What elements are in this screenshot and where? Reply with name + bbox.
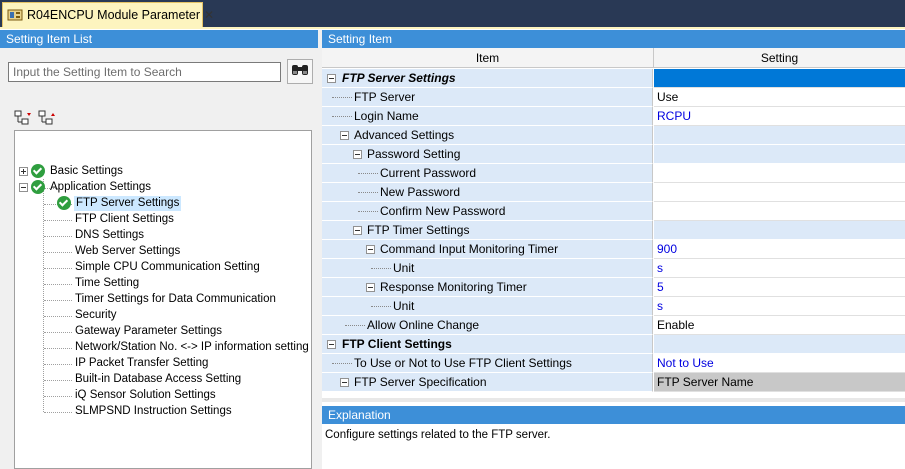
tree-item-iq-sensor-solution[interactable]: iQ Sensor Solution Settings [73, 387, 218, 403]
grid-row-password-setting[interactable]: Password Setting [322, 145, 905, 164]
grid-row-new-password[interactable]: New Password [322, 183, 905, 202]
setting-cell[interactable] [654, 126, 905, 145]
setting-cell[interactable] [654, 183, 905, 202]
tree-item-network-station-ip-information[interactable]: Network/Station No. <-> IP information s… [73, 339, 311, 355]
tree-item-built-in-database-access[interactable]: Built-in Database Access Setting [73, 371, 243, 387]
tree-item-time-setting[interactable]: Time Setting [73, 275, 141, 291]
check-icon [57, 196, 71, 210]
collapse-icon[interactable] [366, 245, 375, 254]
grid-row-confirm-new-password[interactable]: Confirm New Password [322, 202, 905, 221]
tree-item-application-settings[interactable]: Application Settings [19, 179, 153, 195]
tree-item-ip-packet-transfer[interactable]: IP Packet Transfer Setting [73, 355, 210, 371]
document-tab-strip: R04ENCPU Module Parameter ✕ [0, 0, 905, 27]
grid-row-ftp-timer-settings[interactable]: FTP Timer Settings [322, 221, 905, 240]
explanation-panel: Explanation Configure settings related t… [322, 406, 905, 469]
collapse-icon[interactable] [340, 131, 349, 140]
module-parameter-icon [7, 7, 23, 23]
collapse-icon[interactable] [353, 226, 362, 235]
grid-row-command-input-monitoring-timer[interactable]: Command Input Monitoring Timer 900 [322, 240, 905, 259]
collapse-all-icon[interactable] [38, 110, 56, 126]
setting-cell[interactable]: 900 [654, 240, 905, 259]
binoculars-icon [291, 63, 309, 80]
tree-item-slmpsnd-instruction[interactable]: SLMPSND Instruction Settings [73, 403, 234, 419]
grid-row-login-name[interactable]: Login Name RCPU [322, 107, 905, 126]
setting-cell[interactable]: Enable [654, 316, 905, 335]
tree-item-web-server-settings[interactable]: Web Server Settings [73, 243, 182, 259]
setting-item-tree[interactable]: Basic Settings Application Settings FTP … [14, 130, 312, 469]
tree-item-ftp-server-settings[interactable]: FTP Server Settings [57, 195, 182, 211]
column-header-setting[interactable]: Setting [654, 48, 905, 68]
collapse-icon[interactable] [327, 340, 336, 349]
tab-underline [0, 27, 905, 29]
search-input[interactable]: Input the Setting Item to Search [8, 62, 281, 82]
setting-cell[interactable]: Use [654, 88, 905, 107]
search-button[interactable] [287, 59, 313, 84]
tree-item-gateway-parameter-settings[interactable]: Gateway Parameter Settings [73, 323, 224, 339]
expand-icon[interactable] [19, 166, 28, 176]
horizontal-scrollbar[interactable] [322, 398, 905, 402]
setting-item-list-panel: Setting Item List Input the Setting Item… [0, 30, 318, 469]
grid-row-ftp-client-settings[interactable]: FTP Client Settings [322, 335, 905, 354]
tree-item-basic-settings[interactable]: Basic Settings [19, 163, 125, 179]
setting-cell[interactable]: 5 [654, 278, 905, 297]
check-icon [31, 164, 45, 178]
grid-row-ftp-server[interactable]: FTP Server Use [322, 88, 905, 107]
setting-cell[interactable] [654, 221, 905, 240]
setting-cell[interactable] [654, 145, 905, 164]
explanation-text: Configure settings related to the FTP se… [325, 429, 551, 441]
tree-item-simple-cpu-communication[interactable]: Simple CPU Communication Setting [73, 259, 262, 275]
expand-all-icon[interactable] [14, 110, 32, 126]
grid-header: Item Setting [322, 48, 905, 68]
grid-row-unit[interactable]: Unit s [322, 259, 905, 278]
collapse-icon[interactable] [353, 150, 362, 159]
collapse-icon[interactable] [340, 378, 349, 387]
setting-cell[interactable] [654, 202, 905, 221]
setting-cell[interactable] [654, 69, 905, 88]
collapse-icon[interactable] [19, 182, 28, 192]
setting-cell[interactable]: Not to Use [654, 354, 905, 373]
grid-row-advanced-settings[interactable]: Advanced Settings [322, 126, 905, 145]
grid-row-current-password[interactable]: Current Password [322, 164, 905, 183]
collapse-icon[interactable] [366, 283, 375, 292]
setting-item-list-header: Setting Item List [0, 30, 318, 48]
explanation-header: Explanation [322, 406, 905, 424]
setting-cell[interactable]: RCPU [654, 107, 905, 126]
tree-item-ftp-client-settings[interactable]: FTP Client Settings [73, 211, 176, 227]
tree-item-security[interactable]: Security [73, 307, 119, 323]
setting-cell[interactable]: FTP Server Name [654, 373, 905, 392]
setting-item-header: Setting Item [322, 30, 905, 48]
grid-row-use-ftp-client-settings[interactable]: To Use or Not to Use FTP Client Settings… [322, 354, 905, 373]
close-icon[interactable]: ✕ [204, 8, 214, 22]
tree-item-timer-settings-data-communication[interactable]: Timer Settings for Data Communication [73, 291, 278, 307]
grid-row-ftp-server-settings[interactable]: FTP Server Settings [322, 69, 905, 88]
column-header-item[interactable]: Item [322, 48, 654, 68]
tree-item-dns-settings[interactable]: DNS Settings [73, 227, 146, 243]
setting-cell[interactable] [654, 164, 905, 183]
setting-cell[interactable]: s [654, 297, 905, 316]
setting-cell[interactable]: s [654, 259, 905, 278]
collapse-icon[interactable] [327, 74, 336, 83]
tab-module-parameter[interactable]: R04ENCPU Module Parameter ✕ [2, 2, 214, 27]
grid-row-ftp-server-specification[interactable]: FTP Server Specification FTP Server Name [322, 373, 905, 392]
check-icon [31, 180, 45, 194]
grid-row-response-monitoring-timer[interactable]: Response Monitoring Timer 5 [322, 278, 905, 297]
tab-title: R04ENCPU Module Parameter [27, 8, 200, 22]
grid-row-unit[interactable]: Unit s [322, 297, 905, 316]
grid-row-allow-online-change[interactable]: Allow Online Change Enable [322, 316, 905, 335]
setting-item-panel: Setting Item Item Setting FTP Server Set… [322, 30, 905, 402]
setting-cell[interactable] [654, 335, 905, 354]
